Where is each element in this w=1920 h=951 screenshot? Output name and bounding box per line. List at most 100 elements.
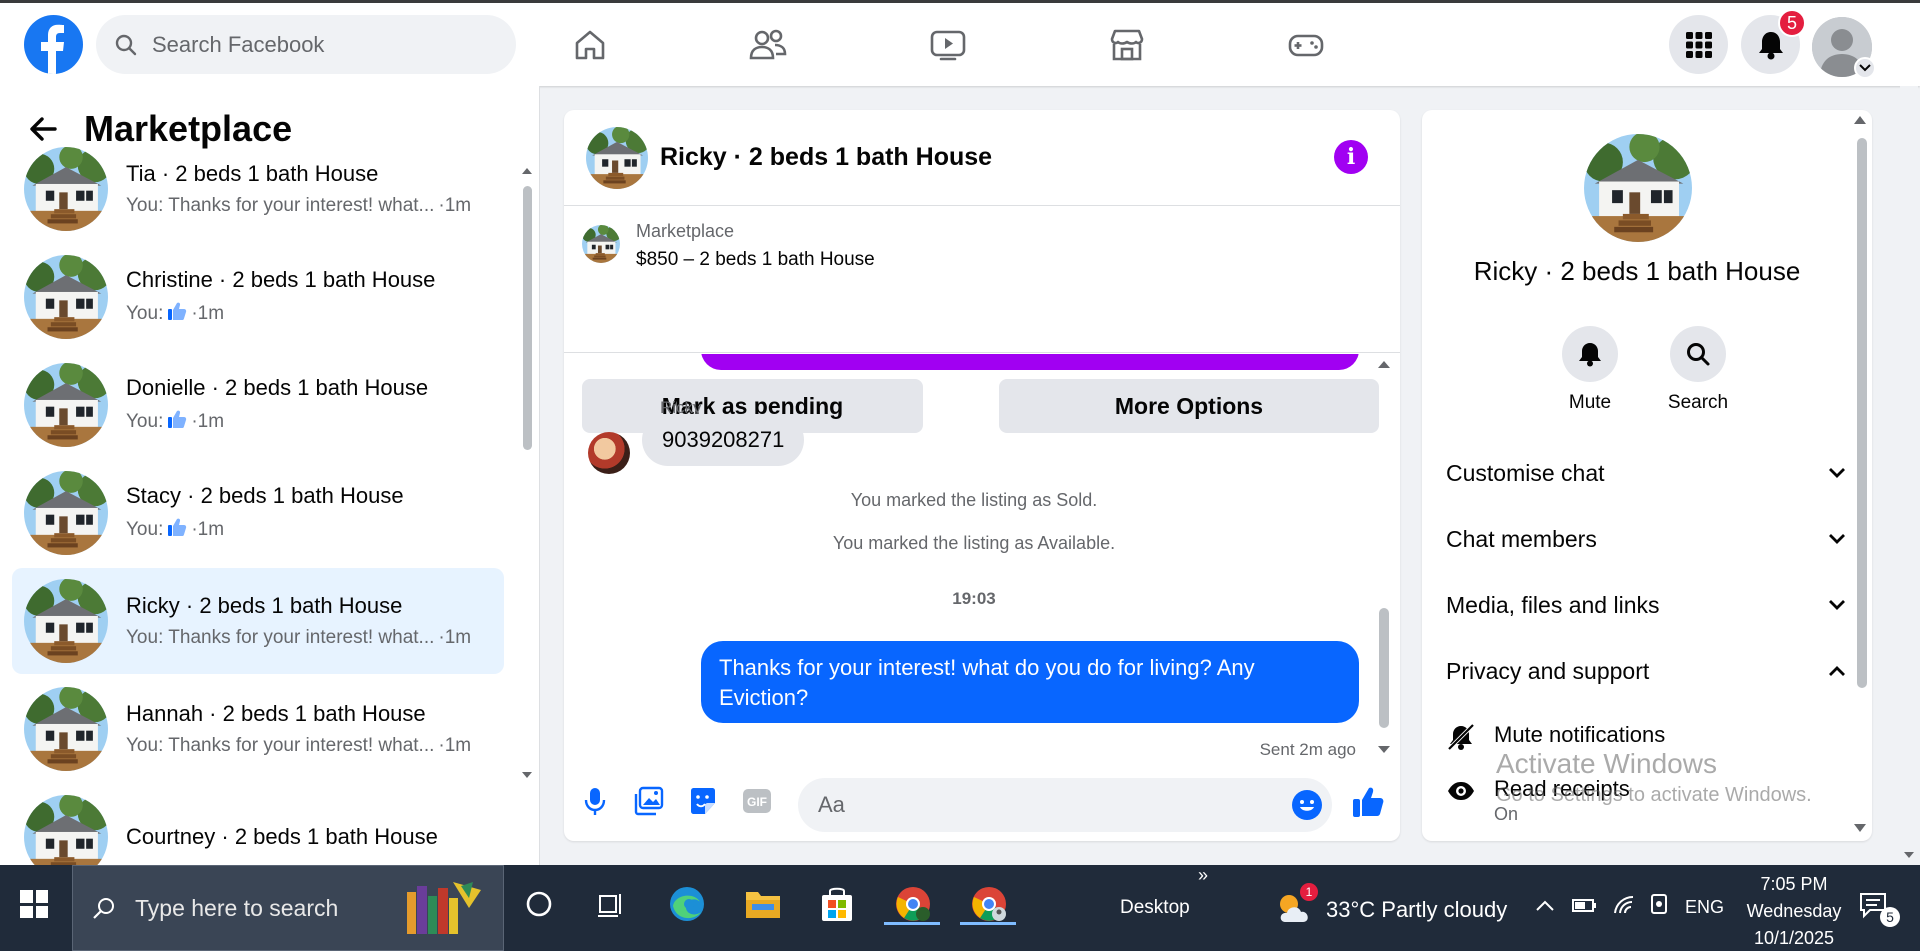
edge-browser-icon[interactable] bbox=[664, 881, 710, 927]
incoming-message-bubble[interactable]: 9039208271 bbox=[642, 414, 805, 466]
conversation-photo[interactable] bbox=[1584, 134, 1692, 242]
conversation-item[interactable]: Courtney · 2 beds 1 bath House bbox=[12, 784, 504, 865]
thumbs-up-icon bbox=[168, 410, 187, 428]
sticker-icon[interactable] bbox=[686, 784, 720, 818]
chat-title[interactable]: Ricky · 2 beds 1 bath House bbox=[660, 143, 992, 172]
sender-avatar[interactable] bbox=[588, 432, 630, 474]
active-app-indicator bbox=[960, 922, 1016, 925]
gif-icon[interactable]: GIF bbox=[740, 784, 774, 818]
conversation-title: Tia · 2 beds 1 bath House bbox=[126, 161, 379, 186]
conversation-item[interactable]: Ricky · 2 beds 1 bath House You: Thanks f… bbox=[12, 568, 504, 674]
chevron-up-icon[interactable] bbox=[1534, 897, 1556, 913]
conversation-item[interactable]: Tia · 2 beds 1 bath House You: Thanks for… bbox=[12, 136, 504, 242]
conversation-preview-line: You: ·1m bbox=[126, 409, 428, 435]
outgoing-message-bubble[interactable]: Thanks for your interest! what do you do… bbox=[701, 641, 1359, 723]
previous-message-bubble bbox=[701, 354, 1359, 370]
conversation-time: ·1m bbox=[191, 411, 225, 432]
file-explorer-icon[interactable] bbox=[740, 881, 786, 927]
notification-count-badge: 5 bbox=[1778, 9, 1806, 37]
message-input-box[interactable] bbox=[798, 778, 1332, 832]
conversation-item[interactable]: Donielle · 2 beds 1 bath House You: ·1m bbox=[12, 352, 504, 458]
conversation-item[interactable]: Stacy · 2 beds 1 bath House You: ·1m bbox=[12, 460, 504, 566]
speaker-icon[interactable] bbox=[1648, 891, 1672, 917]
mute-action[interactable]: Mute bbox=[1550, 326, 1630, 414]
facebook-logo[interactable] bbox=[24, 15, 83, 74]
watch-icon[interactable] bbox=[928, 25, 968, 65]
taskbar-search-box[interactable] bbox=[72, 865, 504, 951]
notifications-button[interactable]: 5 bbox=[1741, 9, 1806, 74]
page-scrollbar[interactable] bbox=[1900, 86, 1918, 865]
mute-button[interactable] bbox=[1562, 326, 1618, 382]
friends-icon[interactable] bbox=[748, 25, 788, 65]
conversation-text: Courtney · 2 beds 1 bath House bbox=[126, 824, 438, 850]
marketplace-icon[interactable] bbox=[1107, 25, 1147, 65]
facebook-search-box[interactable] bbox=[96, 15, 516, 74]
facebook-search-input[interactable] bbox=[152, 31, 472, 58]
message-thread: Ricky 9039208271 You marked the listing … bbox=[564, 354, 1400, 760]
message-scrollbar[interactable] bbox=[1378, 358, 1390, 758]
chat-header: Ricky · 2 beds 1 bath House i bbox=[564, 110, 1400, 206]
search-action[interactable]: Search bbox=[1658, 326, 1738, 414]
conversation-info-button[interactable]: i bbox=[1334, 140, 1368, 174]
conversation-preview-line: You: Thanks for your interest! what... ·1… bbox=[126, 195, 471, 217]
conversation-item[interactable]: Hannah · 2 beds 1 bath House You: Thanks … bbox=[12, 676, 504, 782]
gaming-icon[interactable] bbox=[1286, 25, 1326, 65]
details-scrollbar-thumb[interactable] bbox=[1857, 138, 1867, 688]
chrome-profile-2-icon[interactable] bbox=[966, 881, 1012, 927]
microsoft-store-icon[interactable] bbox=[814, 881, 860, 927]
weather-icon[interactable]: 1 bbox=[1274, 883, 1320, 931]
system-message-available: You marked the listing as Available. bbox=[832, 533, 1116, 553]
read-receipts-item[interactable]: Read receipts On bbox=[1446, 776, 1630, 825]
search-icon bbox=[1687, 343, 1710, 366]
listing-card: Marketplace $850 – 2 beds 1 bath House M… bbox=[564, 207, 1400, 433]
desktop-toolbar-label[interactable]: Desktop bbox=[1120, 897, 1190, 919]
listing-thumbnail bbox=[24, 363, 108, 447]
emoji-icon[interactable] bbox=[1292, 790, 1322, 820]
search-in-conversation-button[interactable] bbox=[1670, 326, 1726, 382]
conversation-item[interactable]: Christine · 2 beds 1 bath House You: ·1m bbox=[12, 244, 504, 350]
microphone-icon[interactable] bbox=[578, 784, 612, 818]
search-label: Search bbox=[1667, 392, 1729, 413]
windows-start-icon[interactable] bbox=[20, 890, 48, 918]
photo-gallery-icon[interactable] bbox=[632, 784, 666, 818]
menu-button[interactable] bbox=[1669, 15, 1728, 74]
taskbar-clock[interactable]: 7:05 PM Wednesday 10/1/2025 bbox=[1734, 871, 1854, 951]
conversation-time: ·1m bbox=[191, 303, 225, 324]
listing-thumbnail[interactable] bbox=[586, 126, 648, 189]
conversation-text: Hannah · 2 beds 1 bath House You: Thanks … bbox=[126, 701, 471, 757]
mute-label: Mute bbox=[1568, 392, 1612, 413]
conversation-text: Ricky · 2 beds 1 bath House You: Thanks f… bbox=[126, 593, 471, 649]
section-customise-chat[interactable]: Customise chat bbox=[1446, 448, 1846, 498]
listing-price-title[interactable]: $850 – 2 beds 1 bath House bbox=[636, 249, 875, 271]
toolbar-overflow-icon[interactable]: » bbox=[1198, 865, 1208, 886]
conversation-time: ·1m bbox=[191, 519, 225, 540]
cortana-icon[interactable] bbox=[516, 881, 562, 927]
account-caret[interactable] bbox=[1854, 57, 1876, 79]
active-app-indicator bbox=[884, 922, 940, 925]
battery-icon[interactable] bbox=[1570, 893, 1598, 917]
thumbs-up-icon bbox=[168, 302, 187, 320]
conversation-name: Ricky · 2 beds 1 bath House bbox=[1473, 256, 1801, 286]
thumbs-up-send-icon[interactable] bbox=[1348, 782, 1388, 822]
task-view-icon[interactable] bbox=[588, 881, 634, 927]
home-icon[interactable] bbox=[570, 25, 610, 65]
section-media-files-links[interactable]: Media, files and links bbox=[1446, 580, 1846, 630]
listing-thumbnail bbox=[24, 255, 108, 339]
wifi-icon[interactable] bbox=[1612, 893, 1638, 917]
section-privacy-support[interactable]: Privacy and support bbox=[1446, 646, 1846, 696]
section-chat-members[interactable]: Chat members bbox=[1446, 514, 1846, 564]
conversation-scrollbar-thumb[interactable] bbox=[523, 186, 532, 450]
listing-thumbnail bbox=[24, 471, 108, 555]
message-input[interactable] bbox=[818, 792, 1258, 818]
chevron-down-icon bbox=[1829, 600, 1845, 610]
input-language[interactable]: ENG bbox=[1685, 897, 1724, 918]
taskbar-search-input[interactable] bbox=[135, 894, 395, 922]
system-message-sold: You marked the listing as Sold. bbox=[850, 490, 1098, 510]
mute-notifications-item[interactable]: Mute notifications bbox=[1446, 722, 1665, 752]
chrome-profile-1-icon[interactable] bbox=[890, 881, 936, 927]
conversation-preview: You: Thanks for your interest! what... bbox=[126, 627, 435, 648]
chevron-up-icon bbox=[1829, 666, 1845, 676]
listing-small-thumbnail[interactable] bbox=[582, 225, 620, 263]
conversation-text: Christine · 2 beds 1 bath House You: ·1m bbox=[126, 267, 435, 327]
weather-summary[interactable]: 33°C Partly cloudy bbox=[1326, 897, 1507, 923]
